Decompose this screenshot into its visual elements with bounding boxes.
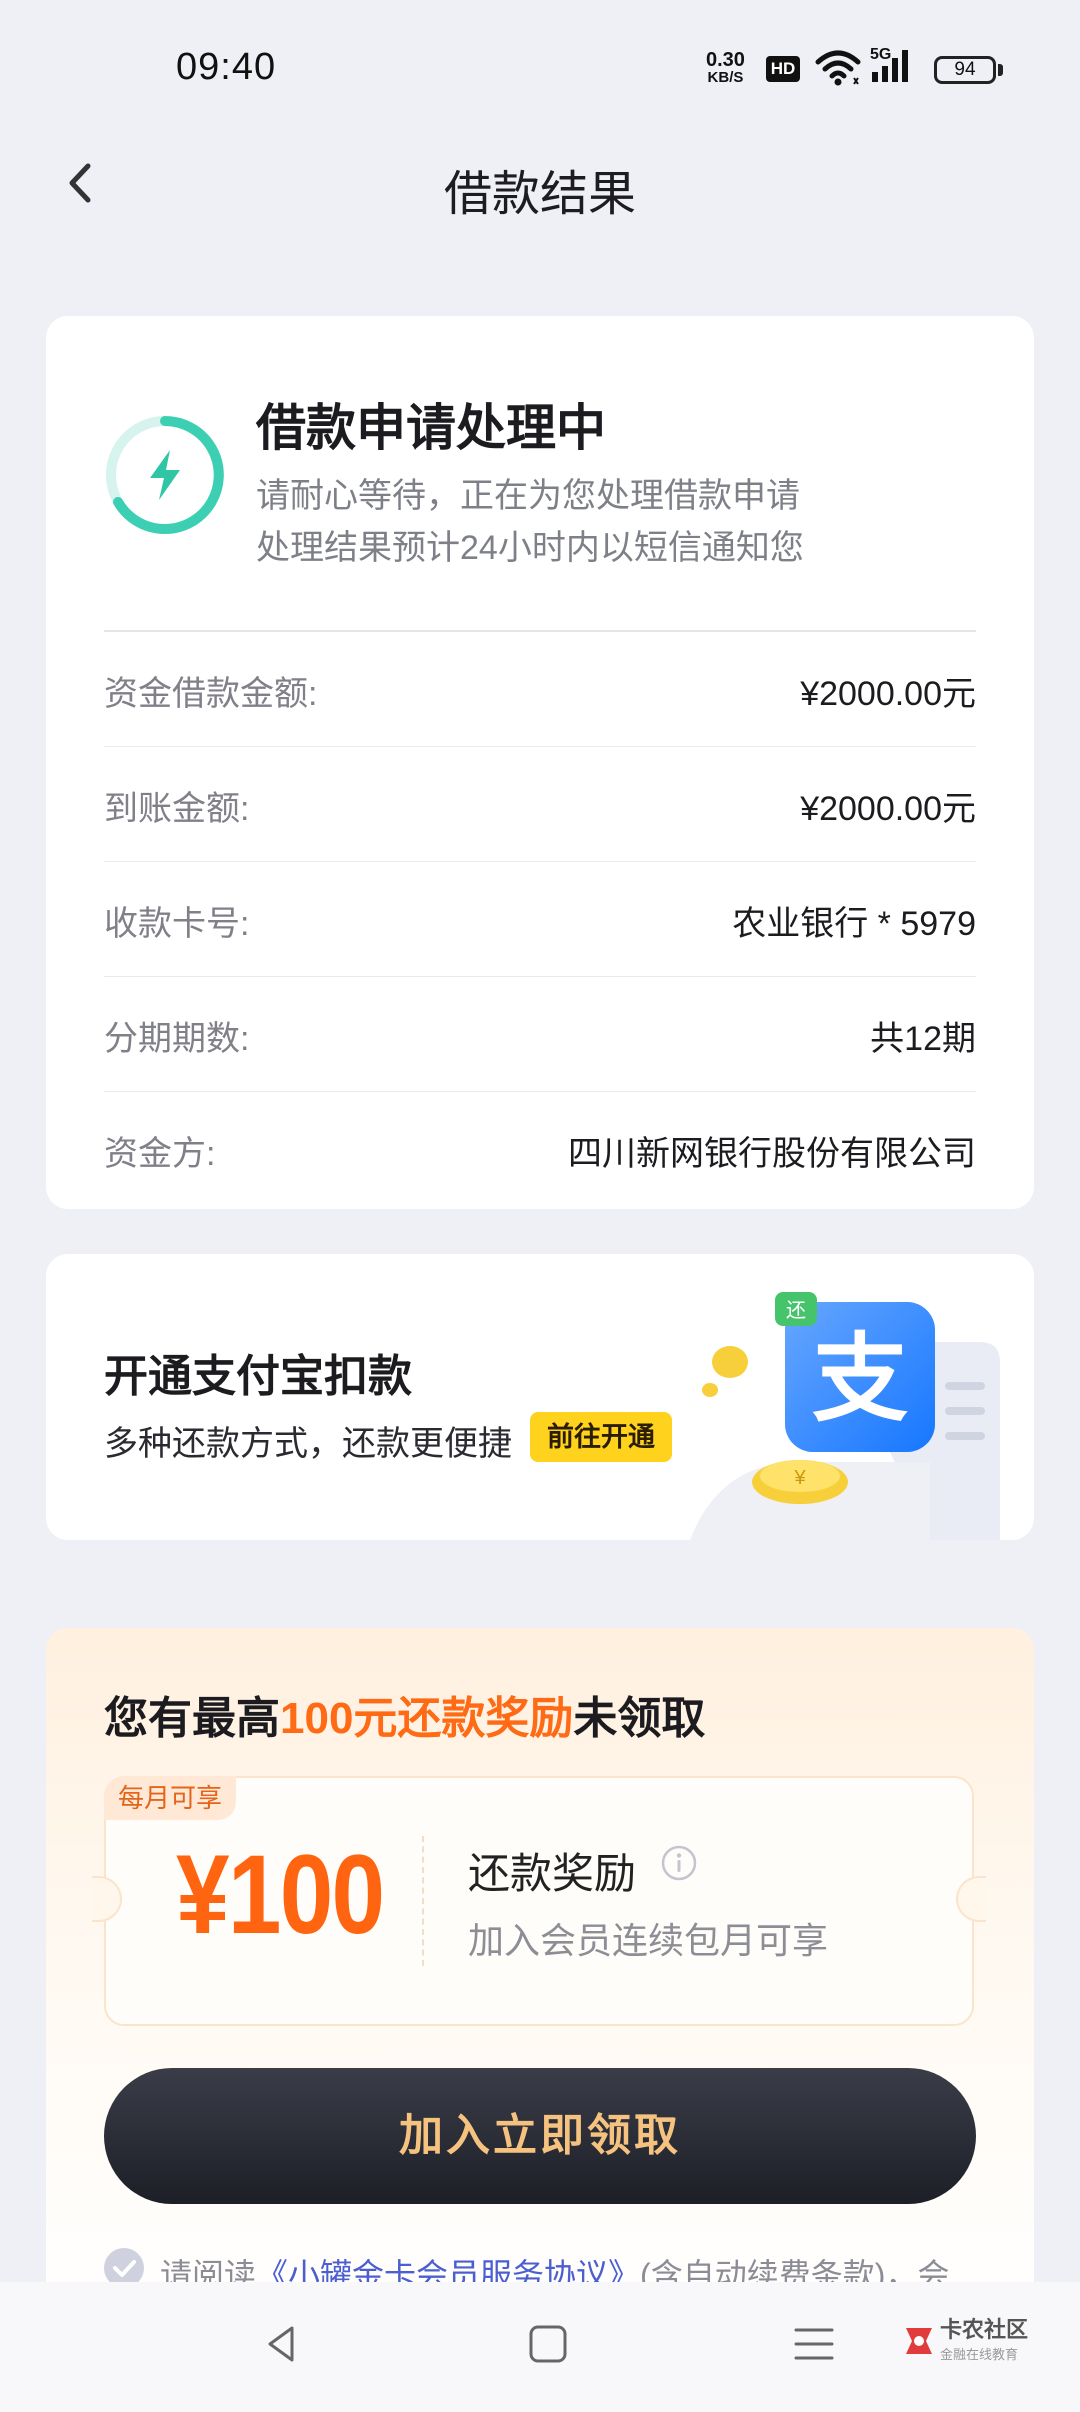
battery-tip	[998, 64, 1003, 76]
monthly-tag: 每月可享	[104, 1776, 237, 1820]
network-speed-value: 0.30	[706, 49, 745, 71]
status-desc-line2: 处理结果预计24小时内以短信通知您	[256, 529, 804, 567]
detail-label: 资金方:	[104, 1135, 216, 1173]
status-description: 请耐心等待，正在为您处理借款申请 处理结果预计24小时内以短信通知您	[256, 470, 804, 574]
detail-value: 共12期	[870, 1020, 976, 1058]
coin-symbol: ¥	[793, 1467, 806, 1489]
detail-value: 四川新网银行股份有限公司	[568, 1135, 976, 1173]
detail-label: 分期期数:	[104, 1020, 250, 1058]
alipay-title: 开通支付宝扣款	[104, 1352, 412, 1401]
detail-row-installments: 分期期数: 共12期	[104, 977, 976, 1092]
alipay-logo-char: 支	[812, 1323, 908, 1435]
repay-tag-char: 还	[786, 1298, 806, 1322]
network-speed-unit: KB/S	[707, 69, 744, 86]
coupon-separator	[422, 1836, 424, 1966]
reward-headline-post: 未领取	[573, 1694, 706, 1743]
reward-amount: ¥100	[176, 1832, 385, 1957]
signal-5g-label: 5G	[870, 46, 892, 63]
nav-back-icon[interactable]	[256, 2318, 308, 2370]
status-time: 09:40	[176, 46, 277, 88]
cellular-signal-icon: 5G	[870, 46, 922, 86]
reward-headline-highlight: 100元还款奖励	[280, 1694, 574, 1743]
kanong-logo-icon	[906, 2328, 932, 2354]
battery-indicator: 94	[934, 56, 996, 84]
reward-subtitle: 加入会员连续包月可享	[468, 1920, 829, 1961]
detail-value: ¥2000.00元	[800, 675, 976, 713]
detail-value: 农业银行 * 5979	[732, 905, 976, 943]
alipay-description: 多种还款方式，还款更便捷	[104, 1425, 512, 1463]
reward-headline: 您有最高100元还款奖励未领取	[104, 1682, 705, 1746]
detail-row-funder: 资金方: 四川新网银行股份有限公司	[104, 1092, 976, 1207]
processing-lightning-icon	[106, 416, 224, 534]
detail-label: 收款卡号:	[104, 905, 250, 943]
enable-alipay-button[interactable]: 前往开通	[530, 1412, 672, 1462]
join-claim-button[interactable]: 加入立即领取	[104, 2068, 976, 2204]
detail-label: 到账金额:	[104, 790, 250, 828]
detail-label: 资金借款金额:	[104, 675, 318, 713]
nav-home-icon[interactable]	[522, 2318, 574, 2370]
hd-badge: HD	[766, 56, 800, 82]
detail-row-card-number: 收款卡号: 农业银行 * 5979	[104, 862, 976, 977]
status-desc-line1: 请耐心等待，正在为您处理借款申请	[256, 477, 800, 515]
wifi-icon	[815, 50, 861, 86]
info-icon[interactable]	[660, 1844, 698, 1882]
alipay-logo-illustration: ¥ 支 还	[690, 1292, 1000, 1540]
network-speed: 0.30 KB/S	[706, 50, 745, 85]
page-title: 借款结果	[443, 168, 636, 221]
watermark-name: 卡农社区	[940, 2317, 1029, 2342]
watermark-sub: 金融在线教育	[940, 2347, 1019, 2362]
detail-row-received-amount: 到账金额: ¥2000.00元	[104, 747, 976, 862]
reward-headline-pre: 您有最高	[104, 1694, 280, 1743]
reward-title: 还款奖励	[468, 1850, 637, 1897]
detail-value: ¥2000.00元	[800, 790, 976, 828]
detail-row-loan-amount: 资金借款金额: ¥2000.00元	[104, 632, 976, 747]
status-title: 借款申请处理中	[256, 400, 606, 456]
nav-menu-icon[interactable]	[788, 2318, 840, 2370]
